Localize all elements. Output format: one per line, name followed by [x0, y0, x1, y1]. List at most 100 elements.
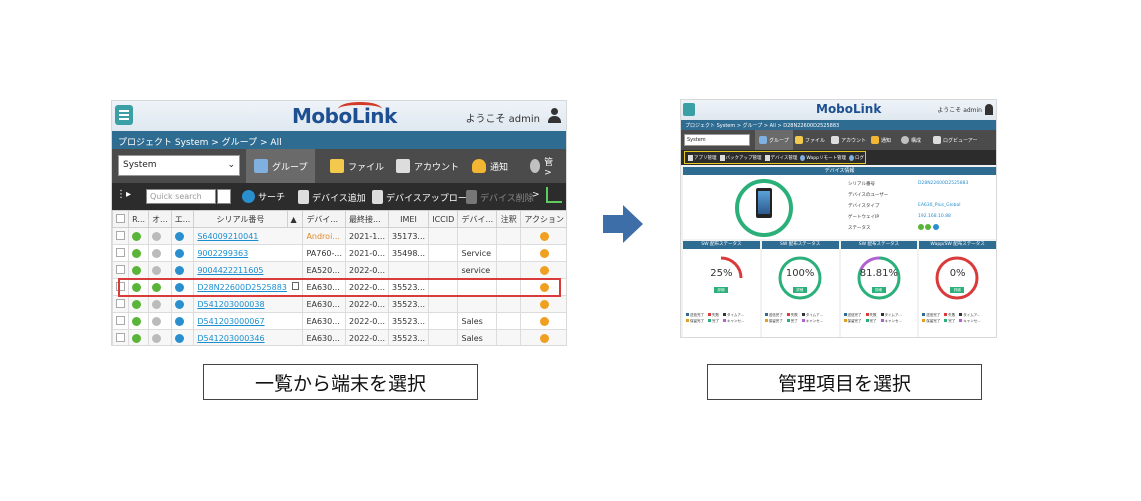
- label-device-user: デバイスのユーザー: [848, 193, 889, 198]
- table-row[interactable]: S64009210041 Androi... 2021-1... 35173...: [112, 227, 566, 245]
- user-icon[interactable]: [547, 108, 561, 124]
- row-serial-link[interactable]: 9002299363: [193, 244, 304, 262]
- search-button[interactable]: サーチ: [242, 190, 285, 203]
- remote-management-button[interactable]: Wappリモート管理: [800, 154, 846, 161]
- details-button[interactable]: 詳細: [792, 287, 807, 293]
- table-row[interactable]: 9002299363 PA760-... 2021-0... 35498... Serv…: [112, 244, 566, 262]
- add-device-button[interactable]: デバイス追加: [298, 190, 366, 204]
- details-button[interactable]: 詳細: [871, 287, 886, 293]
- row-serial-link[interactable]: D541203000067: [193, 312, 304, 330]
- details-button[interactable]: 詳細: [950, 287, 965, 293]
- gauge-percent: 81.81%: [859, 268, 898, 279]
- row-imei: [387, 261, 430, 279]
- tab-group[interactable]: グループ: [755, 130, 793, 150]
- row-error-icon: [170, 329, 195, 345]
- group-select[interactable]: System ⌄: [118, 155, 240, 176]
- legend-item: キャンセ...: [723, 319, 744, 324]
- table-row[interactable]: D541203000067 EA630... 2022-0... 35523... Sa…: [112, 312, 566, 330]
- file-icon: [330, 159, 344, 173]
- row-online-icon: [148, 244, 172, 262]
- app-header: MoboLink ようこそ admin: [112, 101, 566, 131]
- row-error-icon: [170, 227, 195, 245]
- tab-config[interactable]: 構成: [897, 130, 925, 150]
- quick-search-input[interactable]: Quick search: [146, 189, 216, 204]
- legend-item: タイムア...: [880, 313, 902, 318]
- legend-item: 完了: [865, 319, 877, 324]
- row-serial-link[interactable]: D541203000346: [193, 329, 304, 345]
- row-last-connection: 2021-0...: [345, 244, 389, 262]
- header-col-r[interactable]: R...: [128, 210, 150, 228]
- header-last-connection[interactable]: 最終接...: [345, 210, 389, 228]
- row-remote-icon: [128, 261, 150, 279]
- user-icon[interactable]: [985, 104, 993, 115]
- header-imei[interactable]: IMEI: [387, 210, 430, 228]
- row-action-edit-icon[interactable]: [520, 295, 566, 313]
- hamburger-menu-icon[interactable]: [683, 103, 695, 116]
- table-row[interactable]: D541203000346 EA630... 2022-0... 35523... Sa…: [112, 329, 566, 345]
- row-checkbox[interactable]: [112, 261, 130, 279]
- header-serial[interactable]: シリアル番号: [193, 210, 288, 228]
- device-upload-button[interactable]: デバイスアップロード: [372, 190, 476, 204]
- header-note[interactable]: 注釈: [496, 210, 522, 228]
- legend-item: キャンセ...: [880, 319, 902, 324]
- row-action-edit-icon[interactable]: [520, 244, 566, 262]
- tab-notification[interactable]: 通知: [464, 149, 516, 183]
- tab-file[interactable]: ファイル: [322, 149, 392, 183]
- status-gauge-card: SW 配布ステータス 100% 詳細 送信完了 失敗 タイムア... 保留完了 完了 キャンセ.…: [761, 241, 839, 337]
- row-serial-link[interactable]: 9004422211605: [193, 261, 304, 279]
- row-checkbox[interactable]: [112, 312, 130, 330]
- row-iccid: [428, 295, 459, 313]
- tab-account[interactable]: アカウント: [827, 130, 870, 150]
- row-online-icon: [148, 312, 172, 330]
- backup-management-button[interactable]: バックアップ管理: [719, 154, 762, 161]
- upload-icon: [372, 190, 383, 204]
- header-device-group[interactable]: デバイ...: [457, 210, 498, 228]
- tab-group[interactable]: グループ: [246, 149, 316, 183]
- row-checkbox[interactable]: [112, 227, 130, 245]
- main-nav-bar: System グループ ファイル アカウント 通知 構成 ログビューアー: [681, 130, 996, 150]
- chart-icon[interactable]: [546, 187, 562, 203]
- legend-item: 送信完了: [922, 313, 940, 318]
- header-col-online[interactable]: オ...: [148, 210, 172, 228]
- table-header: R... オ... エ... シリアル番号 ▲ デバイ... 最終接... IM…: [112, 210, 566, 228]
- legend-item: 保留完了: [922, 319, 940, 324]
- column-toggle-icon[interactable]: ⋮▸: [116, 189, 132, 204]
- toolbar-more[interactable]: >: [532, 190, 540, 200]
- sort-asc-icon[interactable]: ▲: [286, 210, 304, 228]
- header-action[interactable]: アクション: [520, 210, 566, 228]
- tab-account[interactable]: アカウント: [388, 149, 467, 183]
- header-checkbox[interactable]: [112, 210, 130, 228]
- tab-notification[interactable]: 通知: [867, 130, 895, 150]
- header-col-error[interactable]: エ...: [170, 210, 195, 228]
- hamburger-menu-icon[interactable]: [115, 105, 133, 125]
- details-button[interactable]: 詳細: [714, 287, 728, 293]
- row-note: [496, 329, 522, 345]
- app-management-button[interactable]: アプリ管理: [688, 154, 717, 161]
- caption-select-item: 管理項目を選択: [707, 364, 982, 400]
- row-action-edit-icon[interactable]: [520, 261, 566, 279]
- row-action-edit-icon[interactable]: [520, 312, 566, 330]
- row-checkbox[interactable]: [112, 244, 130, 262]
- table-row[interactable]: D541203000038 EA630... 2022-0... 35523...: [112, 295, 566, 313]
- tab-manage[interactable]: 管 >: [522, 149, 566, 183]
- tab-log-viewer[interactable]: ログビューアー: [929, 130, 982, 150]
- header-device-model[interactable]: デバイ...: [302, 210, 347, 228]
- gauge-legend: 送信完了 失敗 タイムア... 保留完了 完了 キャンセ...: [764, 313, 837, 324]
- device-management-button[interactable]: デバイス管理: [764, 154, 797, 161]
- table-row[interactable]: 9004422211605 EA520... 2022-0... service: [112, 261, 566, 279]
- row-action-edit-icon[interactable]: [520, 227, 566, 245]
- search-icon[interactable]: [217, 189, 231, 204]
- row-serial-link[interactable]: S64009210041: [193, 227, 304, 245]
- row-serial-link[interactable]: D541203000038: [193, 295, 304, 313]
- row-action-edit-icon[interactable]: [520, 329, 566, 345]
- log-button[interactable]: ログ: [849, 154, 864, 161]
- group-select[interactable]: System: [684, 134, 750, 146]
- status-info-icon: [932, 224, 939, 230]
- row-checkbox[interactable]: [112, 295, 130, 313]
- row-note: [496, 227, 522, 245]
- tab-file[interactable]: ファイル: [791, 130, 829, 150]
- row-checkbox[interactable]: [112, 329, 130, 345]
- header-iccid[interactable]: ICCID: [428, 210, 459, 228]
- bell-icon: [871, 136, 879, 144]
- delete-device-button[interactable]: デバイス削除: [466, 190, 534, 204]
